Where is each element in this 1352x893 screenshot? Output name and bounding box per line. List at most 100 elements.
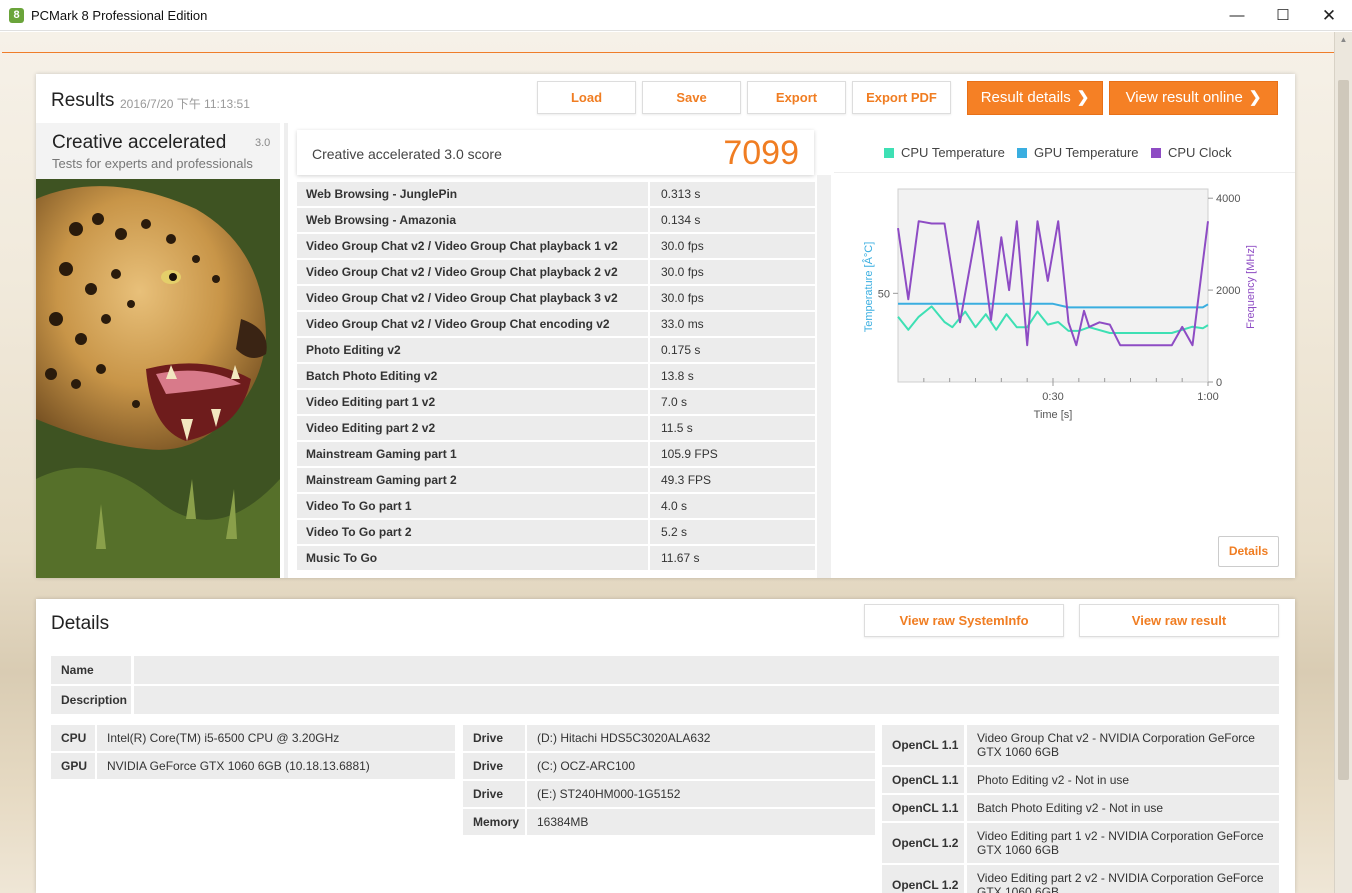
x-axis-label: Time [s] [1034, 409, 1073, 421]
hardware-value: (E:) ST240HM000-1G5152 [527, 781, 875, 807]
test-result-name: Mainstream Gaming part 2 [297, 468, 648, 492]
description-label: Description [51, 686, 131, 714]
hardware-value: 16384MB [527, 809, 875, 835]
save-button[interactable]: Save [642, 81, 741, 114]
minimize-button[interactable]: — [1214, 0, 1260, 31]
opencl-value: Video Group Chat v2 - NVIDIA Corporation… [967, 725, 1279, 765]
test-result-name: Video Editing part 1 v2 [297, 390, 648, 414]
test-result-row: Video Editing part 2 v2 11.5 s [297, 416, 815, 442]
test-card: Creative accelerated 3.0 Tests for exper… [36, 123, 280, 578]
results-date: 2016/7/20 下午 11:13:51 [120, 97, 250, 111]
description-row: Description [51, 686, 1279, 714]
test-result-value: 0.313 s [650, 182, 815, 206]
legend-cpu-temperature: CPU Temperature [884, 145, 1005, 160]
app-scrollbar[interactable]: ▲ [1334, 32, 1352, 893]
test-results-scrollbar[interactable] [817, 175, 831, 578]
load-button[interactable]: Load [537, 81, 636, 114]
export-button[interactable]: Export [747, 81, 846, 114]
hardware-row: CPU Intel(R) Core(TM) i5-6500 CPU @ 3.20G… [51, 725, 455, 751]
view-raw-systeminfo-button[interactable]: View raw SystemInfo [864, 604, 1064, 637]
opencl-value: Video Editing part 1 v2 - NVIDIA Corpora… [967, 823, 1279, 863]
y-left-label: Temperature [Â°C] [862, 242, 875, 333]
maximize-button[interactable]: ☐ [1260, 0, 1306, 31]
test-result-value: 5.2 s [650, 520, 815, 544]
hardware-row: Drive (E:) ST240HM000-1G5152 [463, 781, 875, 807]
description-value [134, 686, 1279, 714]
result-details-button[interactable]: Result details ❯ [967, 81, 1103, 115]
test-result-row: Web Browsing - JunglePin 0.313 s [297, 182, 815, 208]
window-title: PCMark 8 Professional Edition [31, 8, 208, 23]
name-label: Name [51, 656, 131, 684]
test-result-value: 49.3 FPS [650, 468, 815, 492]
legend-cpu-clock-label: CPU Clock [1168, 145, 1232, 160]
test-result-row: Music To Go 11.67 s [297, 546, 815, 572]
hardware-key: GPU [51, 753, 95, 779]
leopard-image [36, 179, 280, 578]
test-result-name: Mainstream Gaming part 1 [297, 442, 648, 466]
test-result-row: Video Group Chat v2 / Video Group Chat p… [297, 260, 815, 286]
test-result-value: 11.5 s [650, 416, 815, 440]
test-result-row: Photo Editing v2 0.175 s [297, 338, 815, 364]
opencl-version: OpenCL 1.2 [882, 823, 964, 863]
view-result-online-label: View result online [1125, 89, 1243, 106]
view-result-online-button[interactable]: View result online ❯ [1109, 81, 1278, 115]
opencl-row: OpenCL 1.1 Video Group Chat v2 - NVIDIA C… [882, 725, 1279, 765]
test-result-name: Web Browsing - Amazonia [297, 208, 648, 232]
test-result-name: Video Group Chat v2 / Video Group Chat p… [297, 286, 648, 310]
y-right-label: Frequency [MHz] [1245, 245, 1257, 329]
scroll-up-arrow-icon[interactable]: ▲ [1335, 34, 1352, 46]
test-result-value: 0.134 s [650, 208, 815, 232]
scrollbar-thumb[interactable] [1338, 80, 1349, 780]
x-tick-label: 1:00 [1197, 391, 1218, 403]
test-result-row: Video Group Chat v2 / Video Group Chat e… [297, 312, 815, 338]
cpu-clock-swatch [1151, 148, 1161, 158]
hardware-key: Drive [463, 781, 525, 807]
test-result-row: Video Group Chat v2 / Video Group Chat p… [297, 286, 815, 312]
test-subtitle: Tests for experts and professionals [52, 156, 253, 171]
leopard-illustration [36, 179, 280, 578]
close-button[interactable]: ✕ [1306, 0, 1352, 31]
chevron-right-icon: ❯ [1076, 89, 1090, 106]
details-panel: Details View raw SystemInfo View raw res… [36, 599, 1295, 893]
chevron-right-icon: ❯ [1248, 89, 1262, 106]
test-result-value: 33.0 ms [650, 312, 815, 336]
test-result-value: 7.0 s [650, 390, 815, 414]
opencl-version: OpenCL 1.1 [882, 795, 964, 821]
hardware-value: Intel(R) Core(TM) i5-6500 CPU @ 3.20GHz [97, 725, 455, 751]
chart-details-button[interactable]: Details [1218, 536, 1279, 567]
name-value [134, 656, 1279, 684]
y-right-tick-label: 2000 [1216, 285, 1240, 297]
test-result-name: Video To Go part 1 [297, 494, 648, 518]
test-result-value: 0.175 s [650, 338, 815, 362]
hardware-key: CPU [51, 725, 95, 751]
title-bar: 8 PCMark 8 Professional Edition — ☐ ✕ [0, 0, 1352, 31]
opencl-row: OpenCL 1.2 Video Editing part 1 v2 - NVID… [882, 823, 1279, 863]
results-panel: Results 2016/7/20 下午 11:13:51 Load Save … [36, 74, 1295, 578]
hardware-row: Drive (D:) Hitachi HDS5C3020ALA632 [463, 725, 875, 751]
opencl-row: OpenCL 1.1 Batch Photo Editing v2 - Not i… [882, 795, 1279, 821]
test-result-value: 105.9 FPS [650, 442, 815, 466]
test-result-value: 4.0 s [650, 494, 815, 518]
test-result-value: 30.0 fps [650, 286, 815, 310]
y-right-tick-label: 4000 [1216, 193, 1240, 205]
y-right-tick-label: 0 [1216, 377, 1222, 389]
test-result-row: Web Browsing - Amazonia 0.134 s [297, 208, 815, 234]
export-pdf-button[interactable]: Export PDF [852, 81, 951, 114]
plot-area [897, 188, 1209, 383]
test-result-value: 11.67 s [650, 546, 815, 570]
test-result-name: Batch Photo Editing v2 [297, 364, 648, 388]
details-heading: Details [51, 613, 110, 634]
test-result-row: Batch Photo Editing v2 13.8 s [297, 364, 815, 390]
y-left-tick-label: 50 [878, 288, 890, 300]
test-version: 3.0 [255, 137, 271, 149]
cpu-temperature-swatch [884, 148, 894, 158]
test-results-table: Web Browsing - JunglePin 0.313 s Web Brows… [297, 182, 815, 572]
test-result-name: Video Group Chat v2 / Video Group Chat p… [297, 260, 648, 284]
score-box: Creative accelerated 3.0 score 7099 [297, 130, 814, 175]
opencl-version: OpenCL 1.2 [882, 865, 964, 893]
view-raw-result-button[interactable]: View raw result [1079, 604, 1279, 637]
opencl-version: OpenCL 1.1 [882, 725, 964, 765]
test-result-name: Video To Go part 2 [297, 520, 648, 544]
hardware-key: Drive [463, 753, 525, 779]
pcmark-app-icon: 8 [9, 8, 24, 23]
